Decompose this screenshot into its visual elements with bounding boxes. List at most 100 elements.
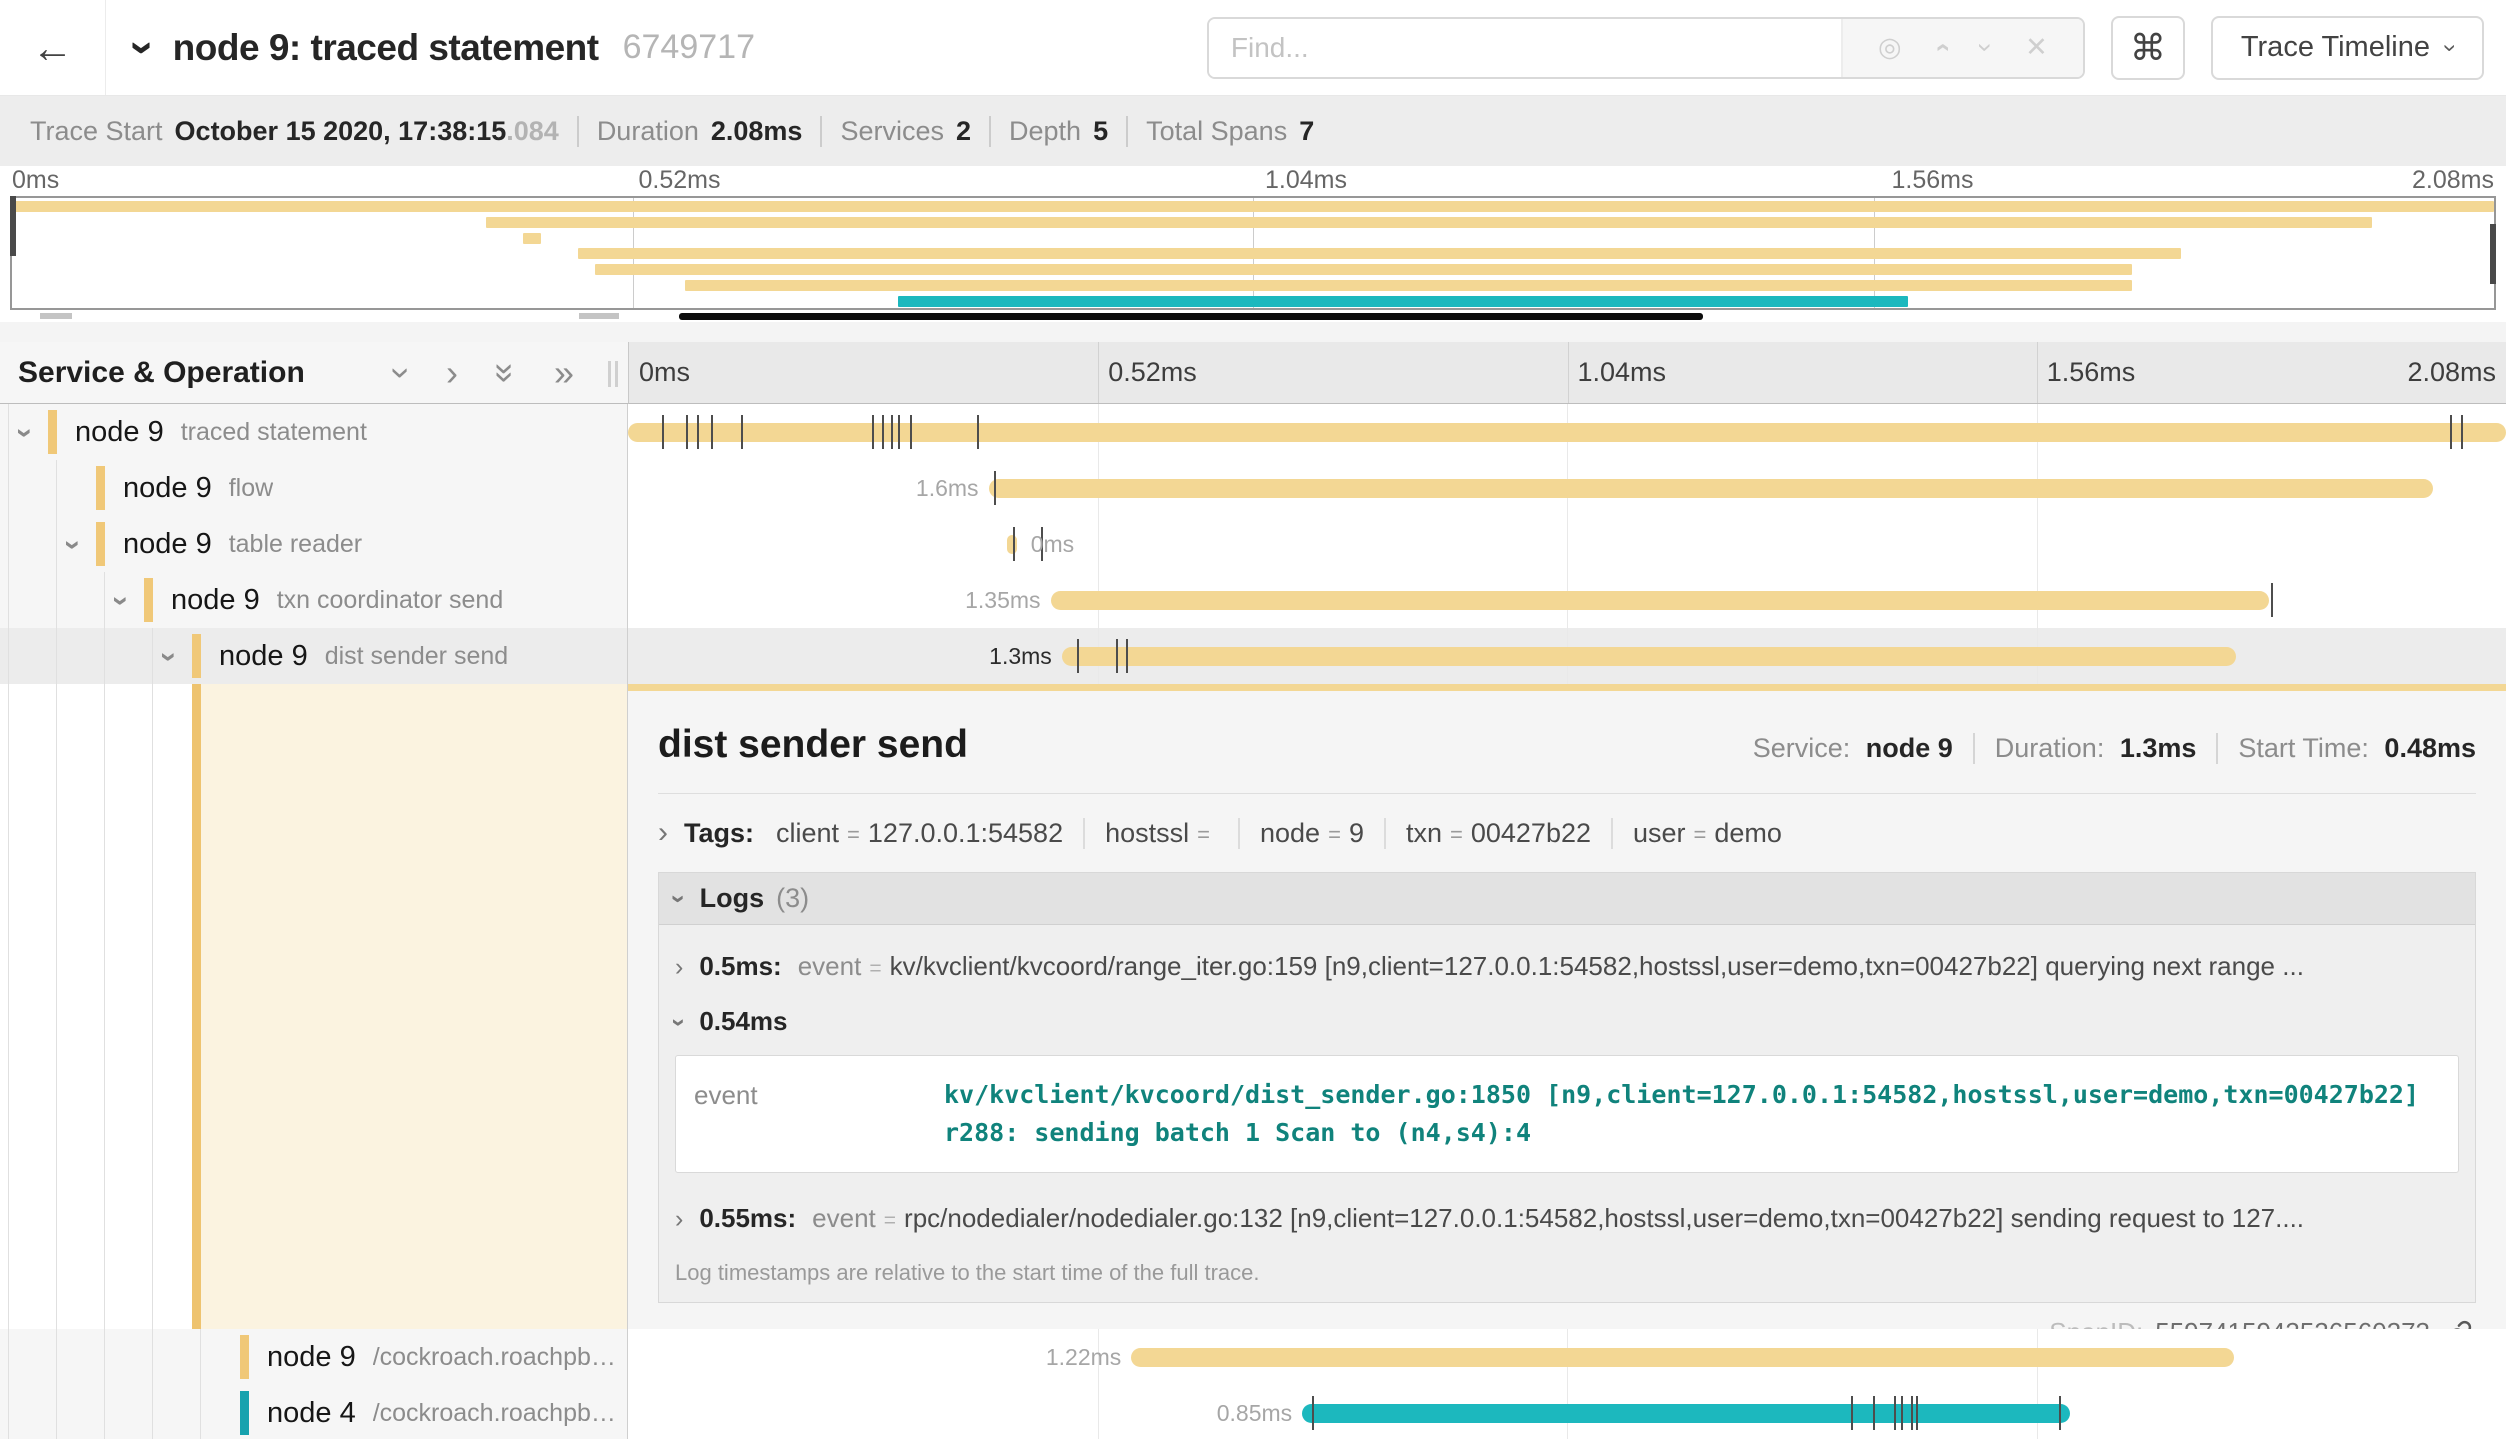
find-clear-icon[interactable]: ✕ xyxy=(2025,34,2048,61)
span-bar[interactable] xyxy=(1131,1348,2233,1367)
timeline-header-gridline xyxy=(1568,342,1569,403)
tags-accordian[interactable]: › Tags: client=127.0.0.1:54582hostssl=no… xyxy=(658,810,2476,856)
span-timeline-cell: 0ms xyxy=(628,516,2506,572)
span-row[interactable]: ›node 9dist sender send1.3ms xyxy=(0,628,2506,684)
axis-tick-label: 1.56ms xyxy=(1892,166,1974,195)
operation-name: txn coordinator send xyxy=(277,586,504,615)
chevron-down-icon[interactable]: › xyxy=(154,652,184,662)
log-marker-tick xyxy=(662,415,664,449)
chevron-down-icon[interactable]: › xyxy=(58,540,88,550)
span-name[interactable]: node 9traced statement xyxy=(75,404,621,460)
span-name[interactable]: node 4/cockroach.roachpb.l... xyxy=(267,1385,621,1439)
service-name: node 4 xyxy=(267,1397,356,1430)
view-selector-button[interactable]: Trace Timeline › xyxy=(2211,16,2484,80)
trace-summary-bar: Trace StartOctober 15 2020, 17:38:15.084… xyxy=(0,96,2506,166)
find-prev-icon[interactable]: › xyxy=(1928,43,1955,52)
span-name-column[interactable]: node 4/cockroach.roachpb.l... xyxy=(0,1385,628,1439)
minimap-span-bar xyxy=(12,201,2494,212)
span-name-column[interactable]: › node 9traced statement xyxy=(0,404,628,460)
equals-sign: = xyxy=(1694,822,1707,847)
chevron-down-icon: › xyxy=(666,894,692,903)
span-bar[interactable] xyxy=(1051,591,2270,610)
log-entry[interactable]: ›0.55ms:event=rpc/nodedialer/nodedialer.… xyxy=(659,1191,2475,1246)
summary-value: 7 xyxy=(1299,116,1314,147)
span-name[interactable]: node 9flow xyxy=(123,460,621,516)
axis-tick-label: 1.04ms xyxy=(1265,166,1347,195)
log-entry-expanded[interactable]: ›0.54ms xyxy=(659,994,2475,1049)
span-row[interactable]: node 9flow1.6ms xyxy=(0,460,2506,516)
span-row[interactable]: › node 9txn coordinator send 1.35ms xyxy=(0,572,2506,628)
back-button[interactable]: ← xyxy=(0,0,106,95)
span-row[interactable]: › node 9traced statement xyxy=(0,404,2506,460)
logs-header[interactable]: › Logs (3) xyxy=(659,873,2475,925)
indent-guide xyxy=(8,1385,9,1439)
tag-key: client xyxy=(776,818,839,848)
log-field-key: event xyxy=(694,1076,944,1152)
span-duration-label: 1.35ms xyxy=(965,587,1040,614)
tag-item[interactable]: hostssl= xyxy=(1083,818,1238,849)
span-name-column[interactable]: › node 9dist sender send xyxy=(0,628,628,684)
log-entry[interactable]: ›0.5ms:event=kv/kvclient/kvcoord/range_i… xyxy=(659,939,2475,994)
minimap-left-scrubber[interactable] xyxy=(10,196,16,256)
indent-guide xyxy=(8,572,9,628)
span-name-column[interactable]: node 9/cockroach.roachpb.l... xyxy=(0,1329,628,1385)
summary-label: Total Spans xyxy=(1146,116,1287,147)
log-field-key: event xyxy=(812,1203,876,1234)
span-name[interactable]: node 9dist sender send xyxy=(219,628,621,684)
find-input[interactable] xyxy=(1209,19,1841,77)
log-timestamp: 0.55ms: xyxy=(699,1203,796,1234)
axis-tick-label: 2.08ms xyxy=(2412,166,2494,195)
span-name[interactable]: node 9txn coordinator send xyxy=(171,572,621,628)
indent-guide xyxy=(8,684,9,1329)
equals-sign: = xyxy=(1328,822,1341,847)
span-row[interactable]: node 4/cockroach.roachpb.l...0.85ms xyxy=(0,1385,2506,1439)
span-row[interactable]: node 9/cockroach.roachpb.l...1.22ms xyxy=(0,1329,2506,1385)
tags-label: Tags: xyxy=(684,818,754,849)
span-name-column[interactable]: node 9flow xyxy=(0,460,628,516)
equals-sign: = xyxy=(1197,822,1210,847)
keyboard-shortcuts-button[interactable]: ⌘ xyxy=(2111,16,2185,80)
collapse-trace-chevron-icon[interactable]: › xyxy=(121,40,165,55)
span-row[interactable]: › node 9table reader0ms xyxy=(0,516,2506,572)
span-bar[interactable] xyxy=(1302,1404,2070,1423)
minimap-scrollbar-area xyxy=(10,312,2496,322)
log-field-value: rpc/nodedialer/nodedialer.go:132 [n9,cli… xyxy=(904,1203,2304,1234)
chevron-down-icon[interactable]: › xyxy=(106,596,136,606)
log-marker-tick xyxy=(711,415,713,449)
expand-one-icon[interactable]: › xyxy=(446,355,458,391)
chevron-down-icon[interactable]: › xyxy=(10,428,40,438)
summary-label: Duration xyxy=(597,116,699,147)
find-next-icon[interactable]: › xyxy=(1972,43,1999,52)
tag-item[interactable]: user=demo xyxy=(1611,818,1802,849)
span-name-column[interactable]: › node 9txn coordinator send xyxy=(0,572,628,628)
tag-item[interactable]: txn=00427b22 xyxy=(1384,818,1611,849)
indent-guide xyxy=(56,1329,57,1385)
tag-value: 9 xyxy=(1349,818,1364,848)
service-color-swatch xyxy=(144,578,153,622)
minimap-graph[interactable] xyxy=(10,196,2496,310)
span-bar[interactable] xyxy=(989,479,2433,498)
span-color-accent xyxy=(192,684,201,1329)
indent-guide xyxy=(104,1385,105,1439)
log-marker-tick xyxy=(1901,1396,1903,1430)
span-name[interactable]: node 9/cockroach.roachpb.l... xyxy=(267,1329,621,1385)
collapse-all-icon[interactable]: » xyxy=(488,362,524,382)
minimap-right-scrubber[interactable] xyxy=(2490,224,2496,284)
tag-item[interactable]: client=127.0.0.1:54582 xyxy=(776,818,1083,849)
span-name-column[interactable]: › node 9table reader xyxy=(0,516,628,572)
view-selector-label: Trace Timeline xyxy=(2241,31,2430,64)
tags-list: client=127.0.0.1:54582hostssl=node=9txn=… xyxy=(776,818,1802,849)
collapse-one-icon[interactable]: › xyxy=(384,367,420,379)
span-name[interactable]: node 9table reader xyxy=(123,516,621,572)
service-color-swatch xyxy=(96,466,105,510)
column-resize-grip[interactable] xyxy=(608,361,620,387)
stat-label: Duration: xyxy=(1995,733,2105,763)
span-bar[interactable] xyxy=(1062,647,2236,666)
expand-all-icon[interactable]: » xyxy=(554,355,574,391)
chevron-right-icon: › xyxy=(675,953,683,982)
log-detail-table: eventkv/kvclient/kvcoord/dist_sender.go:… xyxy=(675,1055,2459,1173)
span-detail-panel: dist sender send Service: node 9Duration… xyxy=(628,684,2506,1329)
tag-item[interactable]: node=9 xyxy=(1238,818,1384,849)
minimap-viewport-bar[interactable] xyxy=(679,313,1703,320)
span-rows-bottom: node 9/cockroach.roachpb.l...1.22msnode … xyxy=(0,1329,2506,1439)
